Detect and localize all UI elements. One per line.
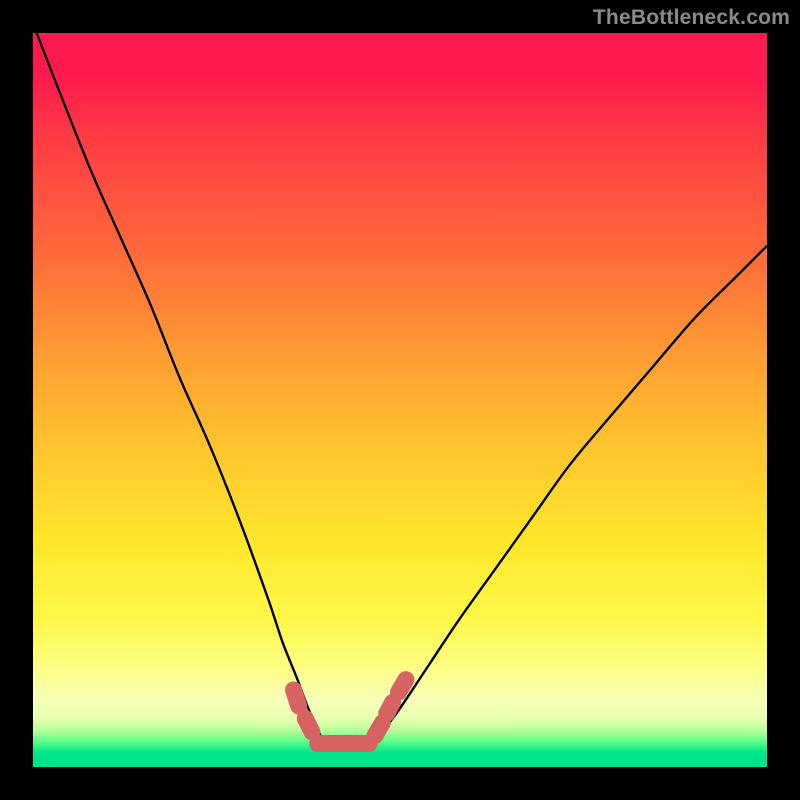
mark-bottom-marks (387, 702, 393, 713)
watermark-text: TheBottleneck.com (593, 6, 790, 30)
mark-bottom-marks (294, 690, 299, 706)
plot-area (33, 33, 767, 767)
curve-layer (33, 33, 767, 767)
series-curve-left (37, 33, 323, 741)
series-curve-right (378, 246, 767, 738)
mark-bottom-marks (399, 680, 406, 692)
chart-stage: TheBottleneck.com (0, 0, 800, 800)
mark-bottom-marks (375, 723, 382, 735)
mark-bottom-marks (305, 719, 312, 732)
